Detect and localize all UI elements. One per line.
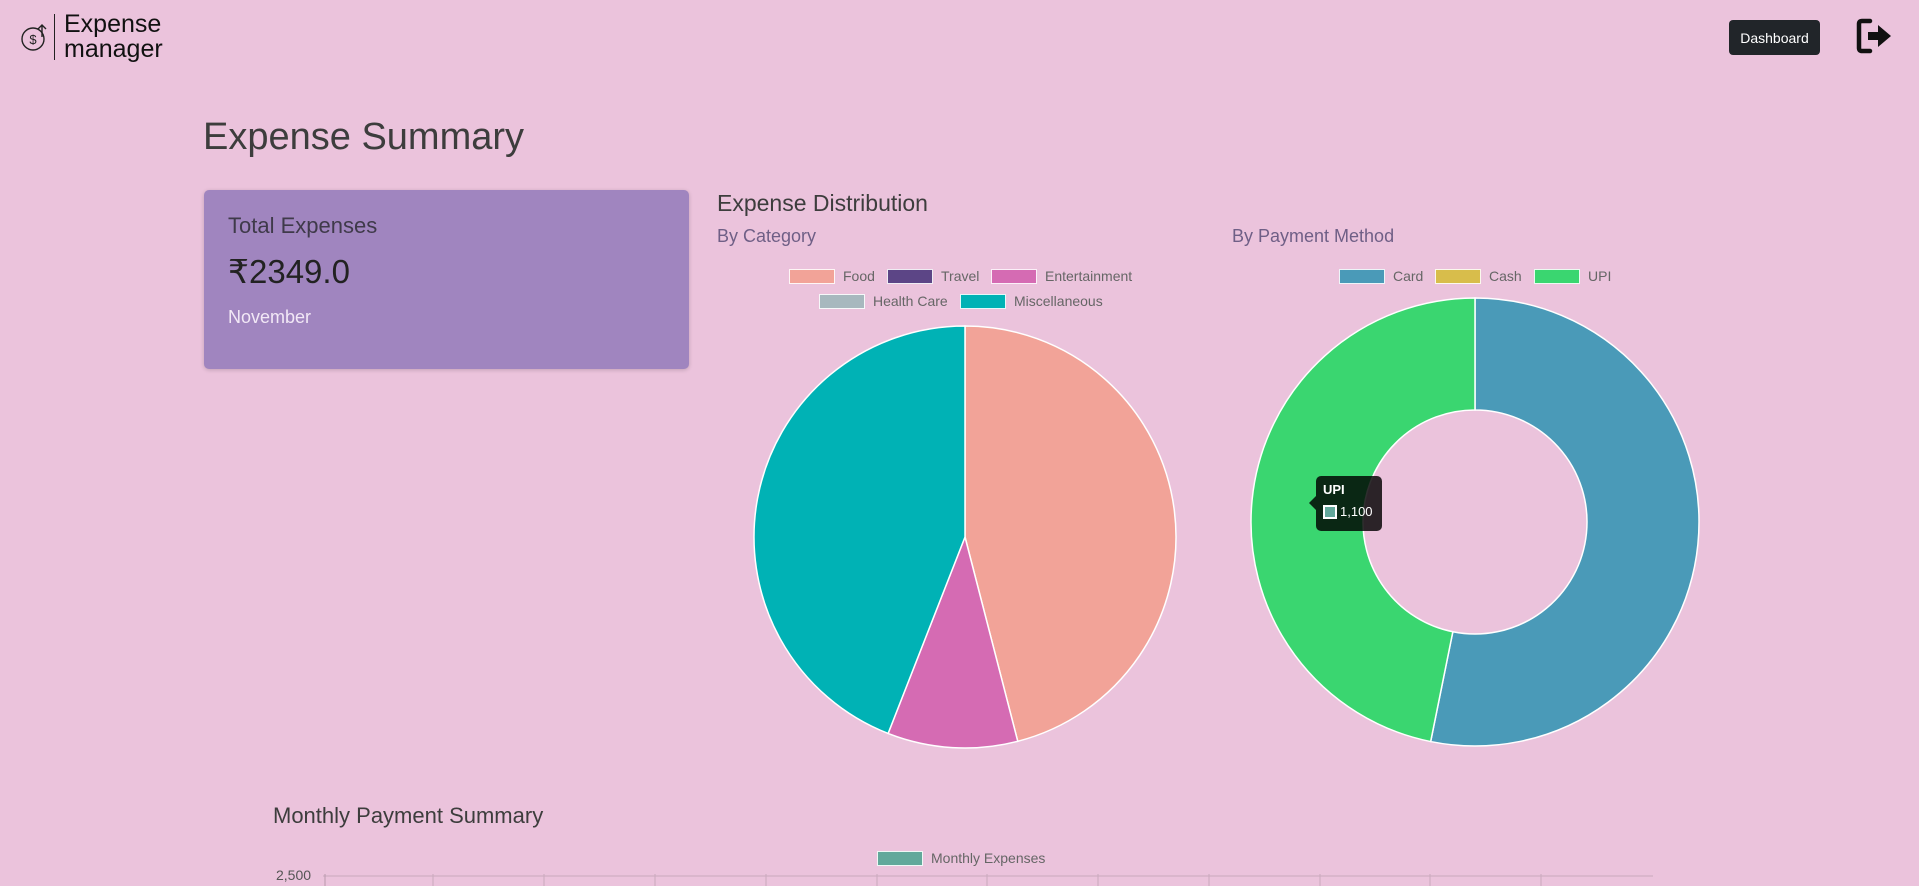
legend-swatch (819, 293, 865, 309)
expense-distribution-title: Expense Distribution (717, 190, 928, 216)
legend-label: Food (843, 268, 875, 284)
monthly-payment-summary-title: Monthly Payment Summary (273, 803, 544, 828)
legend-item-entertainment[interactable]: Entertainment (991, 268, 1132, 284)
legend-item-miscellaneous[interactable]: Miscellaneous (960, 293, 1103, 309)
legend-label: Miscellaneous (1014, 293, 1103, 309)
legend-label: UPI (1588, 268, 1612, 284)
legend-item-travel[interactable]: Travel (887, 268, 979, 284)
total-expenses-card: Total Expenses ₹2349.0 November (204, 190, 689, 369)
logout-icon[interactable] (1856, 18, 1894, 54)
legend-item-monthly-expenses[interactable]: Monthly Expenses (877, 850, 1045, 866)
tooltip-label: UPI (1323, 482, 1345, 497)
dashboard-button[interactable]: Dashboard (1729, 20, 1820, 55)
legend-swatch (1534, 268, 1580, 284)
legend-swatch (877, 850, 923, 866)
legend-item-card[interactable]: Card (1339, 268, 1423, 284)
legend-label: Monthly Expenses (931, 850, 1046, 866)
monthly-bar-chart (323, 874, 1653, 886)
app-name-line2: manager (64, 35, 163, 63)
app-name-line1: Expense (64, 10, 162, 38)
legend-item-food[interactable]: Food (789, 268, 875, 284)
legend-swatch (1339, 268, 1385, 284)
app-name: Expense manager (64, 12, 163, 62)
tooltip-row: 1,100 (1323, 504, 1375, 519)
total-expenses-amount: ₹2349.0 (228, 253, 350, 290)
total-expenses-label: Total Expenses (228, 213, 378, 238)
y-axis-tick: 2,500 (276, 867, 312, 883)
legend-label: Card (1393, 268, 1424, 284)
legend-label: Travel (941, 268, 980, 284)
category-pie-chart[interactable] (740, 312, 1190, 762)
dollar-coin-arrow-icon: $ (21, 24, 47, 51)
svg-text:$: $ (29, 32, 37, 47)
logo-divider (54, 14, 55, 60)
legend-swatch (960, 293, 1006, 309)
chart-tooltip: UPI 1,100 (1309, 476, 1382, 531)
total-expenses-month: November (228, 307, 312, 327)
page-title: Expense Summary (203, 116, 525, 158)
by-payment-method-title: By Payment Method (1232, 226, 1395, 246)
tooltip-swatch (1323, 504, 1337, 519)
top-navbar: $ Expense manager Dashboard (0, 0, 1919, 70)
legend-swatch (789, 268, 835, 284)
tooltip-value: 1,100 (1340, 504, 1373, 519)
legend-item-health-care[interactable]: Health Care (819, 293, 948, 309)
payment-doughnut-chart[interactable] (1240, 287, 1710, 757)
legend-item-upi[interactable]: UPI (1534, 268, 1611, 284)
legend-label: Health Care (873, 293, 948, 309)
legend-swatch (1435, 268, 1481, 284)
legend-item-cash[interactable]: Cash (1435, 268, 1522, 284)
by-category-title: By Category (717, 226, 817, 246)
legend-swatch (887, 268, 933, 284)
app-logo[interactable]: $ Expense manager (20, 12, 163, 62)
legend-label: Entertainment (1045, 268, 1133, 284)
legend-label: Cash (1489, 268, 1522, 284)
legend-swatch (991, 268, 1037, 284)
